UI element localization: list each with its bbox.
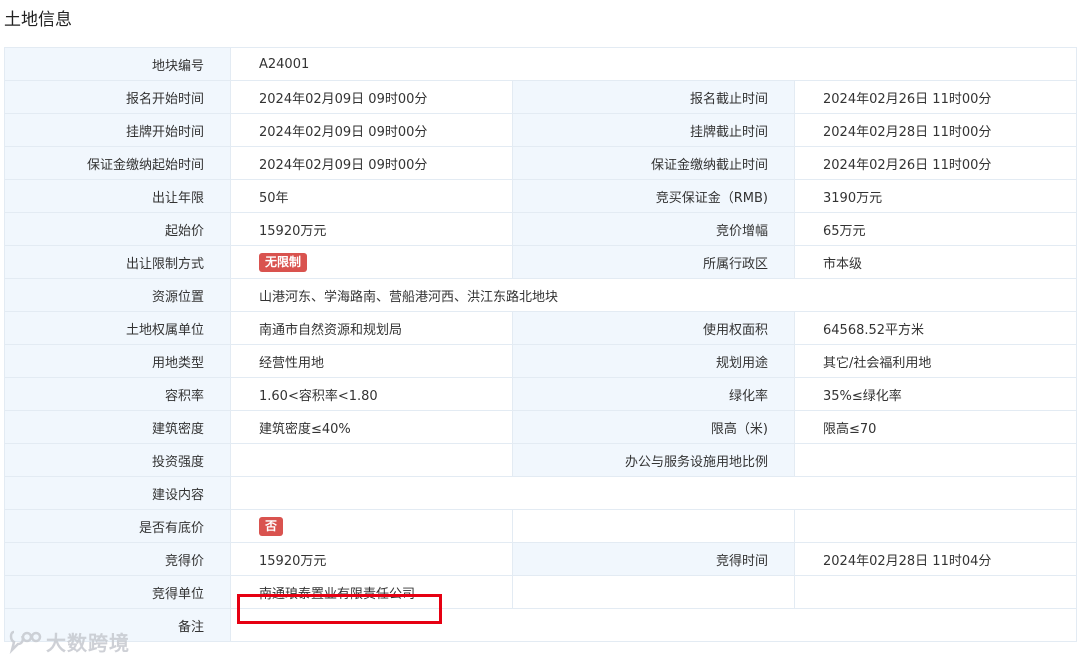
win-price-value: 15920万元 [230,542,513,576]
table-row: 出让年限 50年 竞买保证金（RMB) 3190万元 [4,179,1078,213]
reg-start-value: 2024年02月09日 09时00分 [230,80,513,114]
deposit-start-label: 保证金缴纳起始时间 [4,146,231,180]
empty-cell [793,509,1078,543]
table-row: 报名开始时间 2024年02月09日 09时00分 报名截止时间 2024年02… [4,80,1078,114]
plot-no-value: A24001 [229,47,1078,81]
listing-start-label: 挂牌开始时间 [4,113,231,147]
land-type-value: 经营性用地 [230,344,513,378]
far-value: 1.60<容积率<1.80 [230,377,513,411]
watermark: 大数跨境 [8,626,130,656]
table-row: 容积率 1.60<容积率<1.80 绿化率 35%≤绿化率 [4,377,1078,411]
deposit-value: 3190万元 [793,179,1078,213]
green-label: 绿化率 [512,377,795,411]
content-value [229,476,1078,510]
district-value: 市本级 [793,245,1078,279]
table-row: 地块编号 A24001 [4,47,1078,81]
reg-start-label: 报名开始时间 [4,80,231,114]
reg-end-value: 2024年02月26日 11时00分 [793,80,1078,114]
table-row: 投资强度 办公与服务设施用地比例 [4,443,1078,477]
reg-end-label: 报名截止时间 [512,80,795,114]
restriction-cell: 无限制 [230,245,513,279]
watermark-logo-icon [9,630,42,654]
increment-value: 65万元 [793,212,1078,246]
win-time-label: 竞得时间 [512,542,795,576]
office-ratio-value [793,443,1078,477]
density-value: 建筑密度≤40% [230,410,513,444]
winner-value: 南通琅泰置业有限责任公司 [230,575,513,609]
office-ratio-label: 办公与服务设施用地比例 [512,443,795,477]
content-label: 建设内容 [4,476,231,510]
far-label: 容积率 [4,377,231,411]
use-area-label: 使用权面积 [512,311,795,345]
location-value: 山港河东、学海路南、营船港河西、洪江东路北地块 [229,278,1078,312]
restriction-label: 出让限制方式 [4,245,231,279]
table-row: 保证金缴纳起始时间 2024年02月09日 09时00分 保证金缴纳截止时间 2… [4,146,1078,180]
reserve-label: 是否有底价 [4,509,231,543]
plot-no-label: 地块编号 [4,47,231,81]
owner-unit-label: 土地权属单位 [4,311,231,345]
start-price-value: 15920万元 [230,212,513,246]
investment-value [230,443,513,477]
win-price-label: 竞得价 [4,542,231,576]
land-info-table: 地块编号 A24001 报名开始时间 2024年02月09日 09时00分 报名… [4,47,1078,642]
empty-cell [512,509,795,543]
empty-cell [793,575,1078,609]
table-row: 土地权属单位 南通市自然资源和规划局 使用权面积 64568.52平方米 [4,311,1078,345]
deposit-label: 竞买保证金（RMB) [512,179,795,213]
table-row: 竞得价 15920万元 竞得时间 2024年02月28日 11时04分 [4,542,1078,576]
table-row: 建筑密度 建筑密度≤40% 限高（米) 限高≤70 [4,410,1078,444]
table-row: 用地类型 经营性用地 规划用途 其它/社会福利用地 [4,344,1078,378]
win-time-value: 2024年02月28日 11时04分 [793,542,1078,576]
planned-use-value: 其它/社会福利用地 [793,344,1078,378]
table-row: 挂牌开始时间 2024年02月09日 09时00分 挂牌截止时间 2024年02… [4,113,1078,147]
term-label: 出让年限 [4,179,231,213]
height-value: 限高≤70 [793,410,1078,444]
watermark-text: 大数跨境 [46,630,130,655]
table-row: 备注 [4,608,1078,642]
table-row: 建设内容 [4,476,1078,510]
table-row: 出让限制方式 无限制 所属行政区 市本级 [4,245,1078,279]
start-price-label: 起始价 [4,212,231,246]
table-row: 是否有底价 否 [4,509,1078,543]
table-row: 竞得单位 南通琅泰置业有限责任公司 [4,575,1078,609]
table-row: 资源位置 山港河东、学海路南、营船港河西、洪江东路北地块 [4,278,1078,312]
deposit-start-value: 2024年02月09日 09时00分 [230,146,513,180]
section-title: 土地信息 [4,10,72,30]
table-row: 起始价 15920万元 竞价增幅 65万元 [4,212,1078,246]
remark-value [229,608,1078,642]
density-label: 建筑密度 [4,410,231,444]
reserve-badge: 否 [259,516,284,536]
planned-use-label: 规划用途 [512,344,795,378]
green-value: 35%≤绿化率 [793,377,1078,411]
district-label: 所属行政区 [512,245,795,279]
land-type-label: 用地类型 [4,344,231,378]
listing-end-label: 挂牌截止时间 [512,113,795,147]
reserve-cell: 否 [230,509,513,543]
deposit-end-label: 保证金缴纳截止时间 [512,146,795,180]
winner-label: 竞得单位 [4,575,231,609]
listing-end-value: 2024年02月28日 11时00分 [793,113,1078,147]
owner-unit-value: 南通市自然资源和规划局 [230,311,513,345]
deposit-end-value: 2024年02月26日 11时00分 [793,146,1078,180]
location-label: 资源位置 [4,278,231,312]
restriction-badge: 无限制 [259,252,308,272]
term-value: 50年 [230,179,513,213]
height-label: 限高（米) [512,410,795,444]
empty-cell [512,575,795,609]
investment-label: 投资强度 [4,443,231,477]
increment-label: 竞价增幅 [512,212,795,246]
listing-start-value: 2024年02月09日 09时00分 [230,113,513,147]
use-area-value: 64568.52平方米 [793,311,1078,345]
